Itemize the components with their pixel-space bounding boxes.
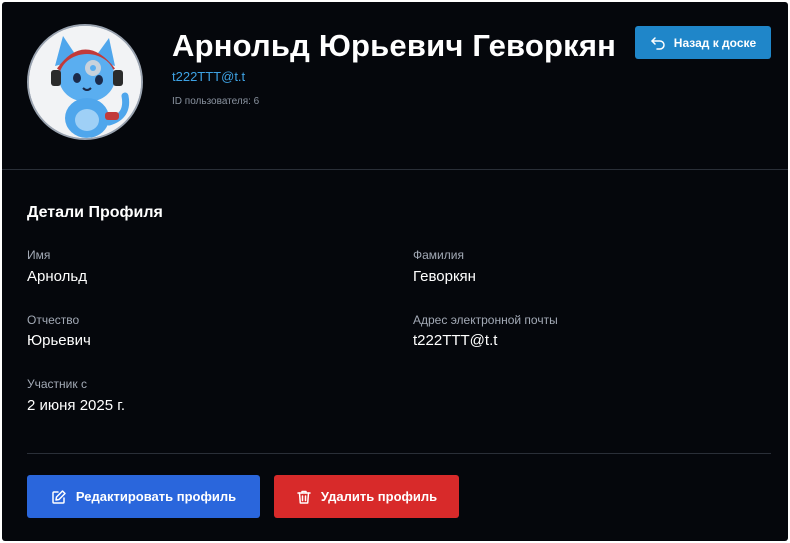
undo-arrow-icon: [650, 35, 666, 51]
trash-icon: [296, 489, 312, 505]
actions-divider: [27, 453, 771, 454]
profile-card: Арнольд Юрьевич Геворкян t222TTT@t.t ID …: [2, 2, 788, 541]
user-email-link[interactable]: t222TTT@t.t: [172, 69, 245, 84]
last-name-value: Геворкян: [413, 268, 476, 285]
patronymic-label: Отчество: [27, 313, 80, 327]
back-to-board-button[interactable]: Назад к доске: [635, 26, 771, 59]
member-since-label: Участник с: [27, 377, 87, 391]
delete-profile-button[interactable]: Удалить профиль: [274, 475, 459, 518]
patronymic-value: Юрьевич: [27, 332, 91, 349]
edit-profile-button[interactable]: Редактировать профиль: [27, 475, 260, 518]
email-label: Адрес электронной почты: [413, 313, 558, 327]
first-name-label: Имя: [27, 248, 51, 262]
user-id-text: ID пользователя: 6: [172, 96, 260, 107]
first-name-value: Арнольд: [27, 268, 87, 285]
header-divider: [2, 169, 788, 170]
avatar-cat-image: [29, 26, 141, 138]
profile-details-title: Детали Профиля: [27, 204, 163, 221]
back-to-board-label: Назад к доске: [673, 35, 757, 50]
member-since-value: 2 июня 2025 г.: [27, 397, 126, 414]
avatar: [27, 24, 143, 140]
last-name-label: Фамилия: [413, 248, 464, 262]
edit-profile-label: Редактировать профиль: [75, 489, 237, 504]
email-value: t222TTT@t.t: [413, 332, 498, 349]
user-full-name: Арнольд Юрьевич Геворкян: [172, 28, 617, 63]
delete-profile-label: Удалить профиль: [320, 489, 438, 504]
pencil-square-icon: [51, 489, 67, 505]
